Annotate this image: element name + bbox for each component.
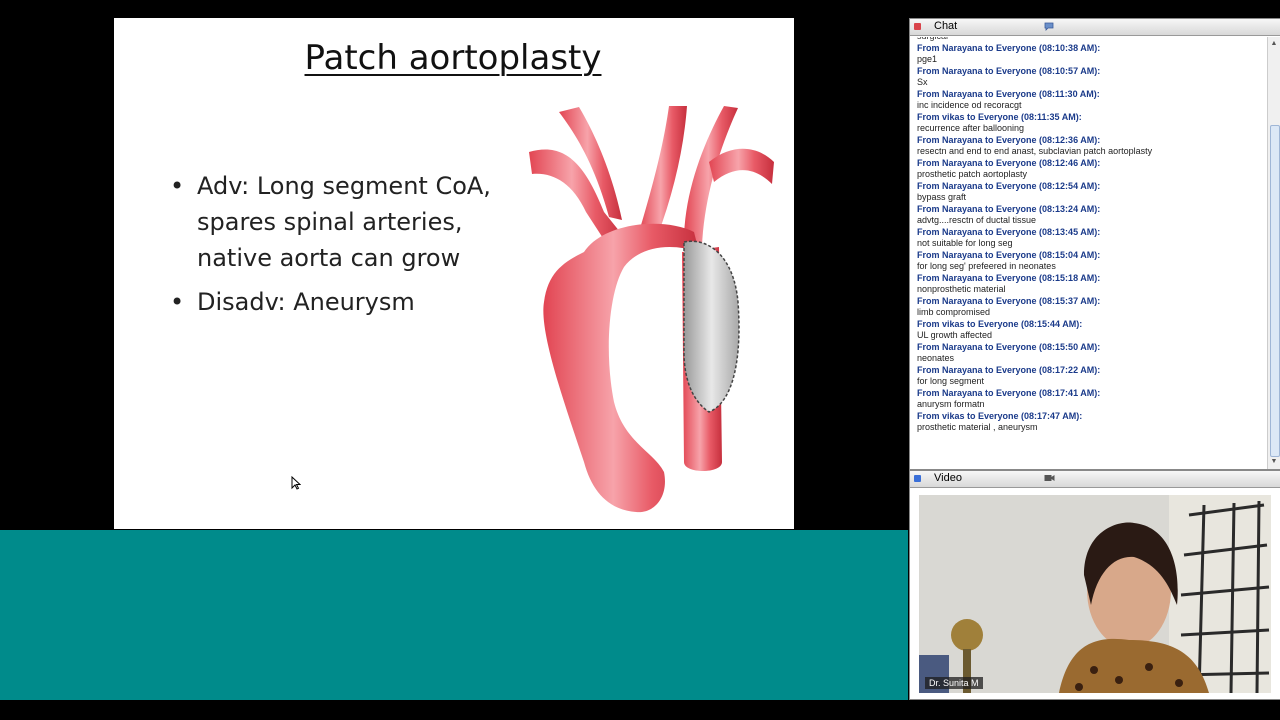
chat-message-text: UL growth affected [917,330,993,340]
chat-message-text: prosthetic patch aortoplasty [917,169,1028,179]
chat-message-text: Sx [917,77,928,87]
video-status-dot [914,475,921,482]
chat-message-sender: From Narayana to Everyone (08:17:22 AM): [917,364,1101,375]
scroll-down-arrow-icon[interactable]: ▼ [1269,457,1279,467]
chat-message-text: recurrence after ballooning [917,123,1025,133]
chat-message-sender: From Narayana to Everyone (08:10:38 AM): [917,42,1101,53]
speech-bubble-icon[interactable] [1044,22,1054,31]
chat-message-sender: From Narayana to Everyone (08:15:37 AM): [917,295,1101,306]
chat-message-sender: From Narayana to Everyone (08:15:18 AM): [917,272,1101,283]
chat-message-text: bypass graft [917,192,967,202]
chat-message-sender: From Narayana to Everyone (08:10:57 AM): [917,65,1101,76]
chat-message-text: resectn and end to end anast, subclavian… [917,146,1153,156]
chat-message-sender: From Narayana to Everyone (08:12:46 AM): [917,157,1101,168]
presentation-slide: Patch aortoplasty Adv: Long segment CoA,… [114,18,794,529]
presenter-video: Dr. Sunita M [919,495,1271,693]
chat-message-sender: From Narayana to Everyone (08:13:45 AM): [917,226,1101,237]
chat-message-sender: From Narayana to Everyone (08:15:50 AM): [917,341,1101,352]
presenter-video-image [919,495,1271,693]
slide-title: Patch aortoplasty [304,38,602,78]
chat-message-text: for long segment [917,376,985,386]
slide-bullets: Adv: Long segment CoA, spares spinal art… [170,168,530,328]
chat-message-sender: From Narayana to Everyone (08:13:24 AM): [917,203,1101,214]
chat-message-sender: From Narayana to Everyone (08:11:30 AM): [917,88,1100,99]
chat-message-sender: From Narayana to Everyone (08:17:41 AM): [917,387,1101,398]
chat-message-sender: From Narayana to Everyone (08:12:36 AM): [917,134,1101,145]
chat-message-text: neonates [917,353,955,363]
bullet-advantages: Adv: Long segment CoA, spares spinal art… [170,168,530,276]
chat-status-dot [914,23,921,30]
chat-message-text: for long seg' prefeered in neonates [917,261,1056,271]
chat-panel: Chat surgical From Narayana to Everyone … [909,18,1280,470]
chat-log[interactable]: surgical From Narayana to Everyone (08:1… [917,37,1263,467]
chat-scrollbar[interactable]: ▲ ▼ [1267,37,1280,469]
chat-title: Chat [934,20,958,32]
chat-message-text: advtg....resctn of ductal tissue [917,215,1037,225]
video-header: Video [910,471,1280,488]
bullet-disadvantages: Disadv: Aneurysm [170,284,530,320]
chat-message-text: pge1 [917,54,938,64]
scroll-thumb[interactable] [1270,125,1280,457]
chat-message-text: limb compromised [917,307,991,317]
scroll-up-arrow-icon[interactable]: ▲ [1269,39,1279,49]
video-title: Video [934,472,962,484]
chat-message-sender: From Narayana to Everyone (08:12:54 AM): [917,180,1101,191]
chat-header: Chat [910,19,1280,36]
central-vessel [639,106,687,237]
chat-message-sender: From vikas to Everyone (08:17:47 AM): [917,410,1083,421]
right-subclavian-vessel [684,106,738,247]
teal-background [0,530,908,700]
presenter-name-tag: Dr. Sunita M [925,677,983,689]
prosthetic-patch [683,240,740,413]
chat-message-sender: From vikas to Everyone (08:15:44 AM): [917,318,1083,329]
chat-message-text: prosthetic material , aneurysm [917,422,1038,432]
camera-icon[interactable] [1044,474,1055,482]
aortic-arch [543,223,699,513]
chat-message-text: inc incidence od recoracgt [917,100,1022,110]
chat-message-sender: From Narayana to Everyone (08:15:04 AM): [917,249,1101,260]
chat-message-text: nonprosthetic material [917,284,1006,294]
aorta-illustration [529,106,774,513]
chat-message-sender: From vikas to Everyone (08:11:35 AM): [917,111,1082,122]
bottom-bar [0,700,1280,720]
chat-message-text: anurysm formatn [917,399,985,409]
video-panel: Video Dr. Sunita M [909,470,1280,700]
chat-message-text: not suitable for long seg [917,238,1013,248]
mouse-pointer-icon [291,476,301,490]
